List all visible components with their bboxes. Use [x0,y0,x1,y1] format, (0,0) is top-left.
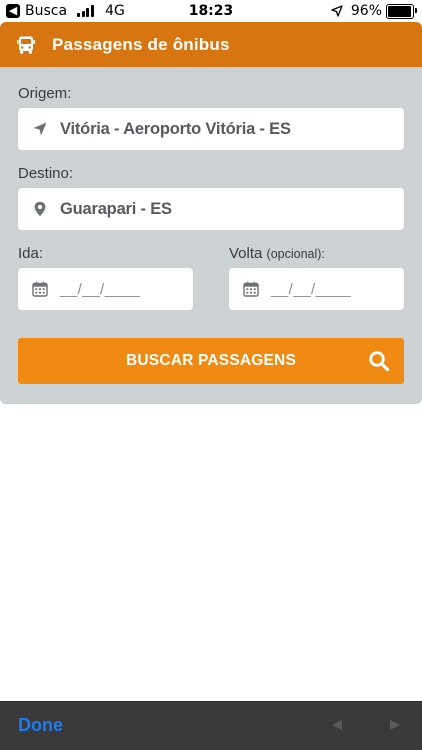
destination-value: Guarapari - ES [60,199,172,218]
destination-label: Destino: [18,165,74,182]
bus-icon [17,36,35,54]
battery-fill [388,5,412,17]
origin-value: Vitória - Aeroporto Vitória - ES [60,119,291,138]
origin-field[interactable]: Vitória - Aeroporto Vitória - ES [18,108,404,150]
calendar-icon [243,281,259,297]
origin-label: Origem: [18,85,72,102]
return-date-field[interactable]: __/__/____ [229,268,404,310]
next-arrow-icon[interactable] [388,718,402,732]
page: ◀ Busca 4G 18:23 96% Passagens de ônibus… [0,0,422,750]
network-type: 4G [105,3,125,19]
done-button[interactable]: Done [18,715,63,736]
search-tickets-button[interactable]: BUSCAR PASSAGENS [18,338,404,384]
location-services-icon [331,5,343,17]
search-icon [369,351,390,372]
return-label: Volta (opcional): [229,245,325,262]
return-date-placeholder: __/__/____ [271,280,352,298]
battery-icon [386,3,417,19]
departure-label: Ida: [18,245,44,262]
search-button-label: BUSCAR PASSAGENS [126,352,296,369]
keyboard-accessory-bar: Done [0,701,422,750]
status-bar: ◀ Busca 4G 18:23 96% [0,0,422,22]
bus-ticket-search-widget: Passagens de ônibus Origem: Vitória - Ae… [0,22,422,404]
departure-date-placeholder: __/__/____ [60,280,141,298]
departure-date-field[interactable]: __/__/____ [18,268,193,310]
prev-arrow-icon[interactable] [330,718,344,732]
destination-field[interactable]: Guarapari - ES [18,188,404,230]
map-pin-icon [34,201,46,217]
widget-header: Passagens de ônibus [0,22,422,67]
return-optional-label: (opcional): [266,247,325,261]
signal-strength-icon [77,5,95,17]
battery-percentage: 96% [350,3,382,19]
back-to-app-label[interactable]: Busca [25,3,67,19]
return-label-text: Volta [229,245,263,262]
calendar-icon [32,281,48,297]
status-bar-right: 96% [331,3,417,19]
status-bar-left: ◀ Busca 4G [6,3,125,19]
back-to-app-icon[interactable]: ◀ [6,4,20,18]
location-arrow-icon [33,122,47,136]
widget-title: Passagens de ônibus [52,34,230,54]
